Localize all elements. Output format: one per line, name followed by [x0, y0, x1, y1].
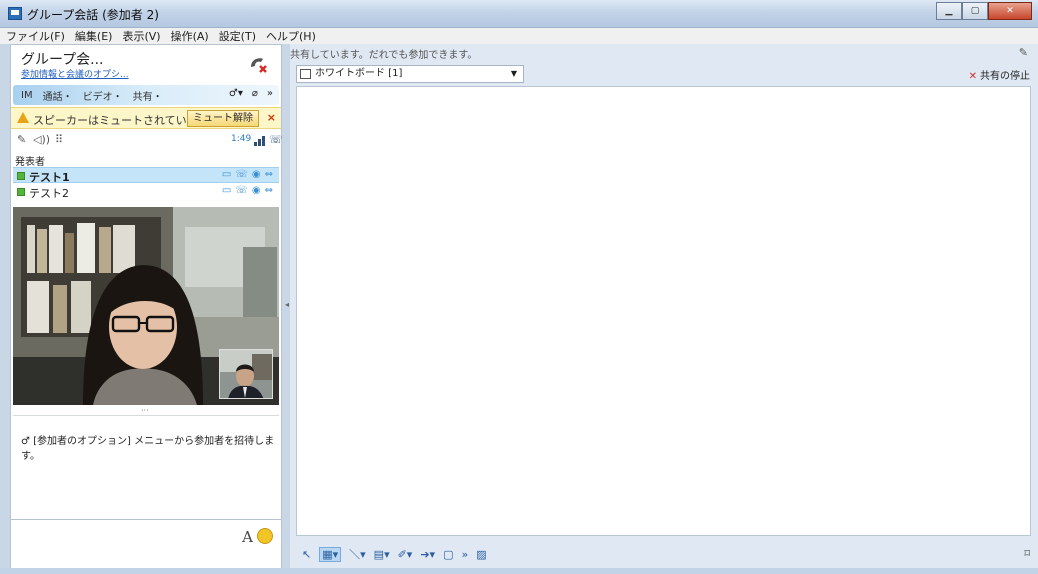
pane-collapse-handle[interactable]: ◂	[285, 300, 289, 309]
chat-icon: ▭	[221, 185, 232, 196]
menu-view[interactable]: 表示(V)	[122, 28, 160, 44]
window-title: グループ会話 (参加者 2)	[27, 8, 159, 22]
self-view-video[interactable]	[219, 349, 273, 399]
menu-edit[interactable]: 編集(E)	[75, 28, 113, 44]
sharing-pane: 共有しています。だれでも参加できます。 ✎ ホワイトボード [1] ▼ ✕ 共有の…	[290, 44, 1038, 574]
mute-banner: スピーカーはミュートされていま... ミュート解除 ×	[11, 107, 281, 129]
share-status: 共有しています。だれでも参加できます。	[290, 50, 478, 61]
invite-notice: ♂ [参加者のオプション] メニューから参加者を招待します。	[21, 436, 275, 462]
edit-tool-icon[interactable]: ▨	[476, 548, 486, 561]
mic-icon[interactable]: ✎	[17, 133, 26, 146]
call-timer: 1:49	[231, 134, 252, 144]
video-feed	[13, 207, 279, 405]
phone-icon: ☏	[235, 185, 248, 196]
video-splitter[interactable]: ···	[141, 406, 149, 415]
conversation-title: グループ会...	[21, 52, 104, 68]
stop-sharing-button[interactable]: ✕ 共有の停止	[969, 67, 1030, 82]
im-button[interactable]: IM	[21, 90, 33, 101]
participant-name: テスト2	[29, 187, 69, 200]
conversation-pane: グループ会... 参加情報と会議のオプシ... IM 通話・ ビデオ・ 共有・ …	[10, 44, 283, 574]
conversation-header: グループ会... 参加情報と会議のオプシ...	[11, 45, 281, 83]
pen-tool-icon[interactable]: ✐▾	[398, 548, 413, 561]
more-icon[interactable]: »	[267, 88, 273, 99]
whiteboard-select[interactable]: ホワイトボード [1] ▼	[296, 65, 524, 83]
video-icon: ◉	[251, 185, 261, 196]
presence-icon	[17, 172, 25, 180]
participant-row[interactable]: テスト2 ▭ ☏ ◉ ⇔	[13, 184, 279, 200]
presenters-header: 発表者	[15, 157, 45, 168]
hang-up-icon[interactable]	[247, 53, 269, 75]
menu-settings[interactable]: 設定(T)	[219, 28, 256, 44]
selection-tool-icon[interactable]: ▦▾	[319, 546, 342, 562]
window-controls: ▁ ▢ ✕	[936, 2, 1032, 20]
arrow-tool-icon[interactable]: ➔▾	[420, 548, 435, 561]
add-people-icon[interactable]: ♂▾	[229, 88, 243, 99]
fullscreen-icon[interactable]: ⌑	[1024, 547, 1030, 560]
audio-controls: ✎ ◁)) ⠿ 1:49 ☏	[11, 131, 283, 151]
video-button[interactable]: ビデオ・	[83, 88, 123, 103]
call-control-icon[interactable]: ☏	[269, 133, 283, 146]
attachment-icon[interactable]: ⌀	[252, 88, 258, 99]
whiteboard-icon	[300, 69, 311, 79]
self-view-image	[220, 350, 272, 398]
whiteboard-toolbar: ↖ ▦▾ ＼▾ ▤▾ ✐▾ ➔▾ ▢ » ▨	[296, 540, 1031, 568]
banner-close-icon[interactable]: ×	[267, 111, 276, 124]
participant-name: テスト1	[29, 171, 70, 184]
minimize-button[interactable]: ▁	[936, 2, 962, 20]
whiteboard-canvas[interactable]	[296, 86, 1031, 536]
stop-icon: ✕	[968, 71, 977, 82]
pointer-tool-icon[interactable]: ↖	[302, 548, 311, 561]
meeting-options-link[interactable]: 参加情報と会議のオプシ...	[21, 67, 129, 80]
menu-help[interactable]: ヘルプ(H)	[266, 28, 316, 44]
modality-bar: IM 通話・ ビデオ・ 共有・ ♂▾ ⌀ »	[13, 85, 279, 105]
people-icon: ♂	[21, 436, 34, 447]
share-button[interactable]: 共有・	[133, 88, 163, 103]
more-tools-icon[interactable]: »	[462, 548, 469, 561]
menu-file[interactable]: ファイル(F)	[6, 28, 65, 44]
close-button[interactable]: ✕	[988, 2, 1032, 20]
share-icon: ⇔	[264, 185, 273, 196]
window-bottom-edge	[0, 568, 1038, 574]
call-button[interactable]: 通話・	[43, 88, 73, 103]
dialpad-icon[interactable]: ⠿	[55, 133, 63, 146]
maximize-button[interactable]: ▢	[962, 2, 988, 20]
app-icon	[8, 7, 22, 20]
pen-icon[interactable]: ✎	[1019, 46, 1028, 59]
share-icon: ⇔	[264, 169, 273, 180]
dropdown-arrow-icon: ▼	[510, 69, 517, 78]
menu-actions[interactable]: 操作(A)	[171, 28, 209, 44]
message-history: ♂ [参加者のオプション] メニューから参加者を招待します。	[13, 415, 279, 519]
participant-row[interactable]: テスト1 ▭ ☏ ◉ ⇔	[13, 167, 279, 184]
emoticon-icon[interactable]	[257, 528, 273, 544]
font-button[interactable]: A	[242, 528, 253, 546]
shape-tool-icon[interactable]: ▢	[443, 548, 453, 561]
fill-tool-icon[interactable]: ▤▾	[374, 548, 390, 561]
chat-icon: ▭	[221, 169, 232, 180]
signal-icon	[254, 135, 265, 146]
phone-icon: ☏	[235, 169, 248, 180]
warning-icon	[17, 112, 29, 123]
mute-message: スピーカーはミュートされていま...	[33, 114, 209, 127]
whiteboard-label: ホワイトボード [1]	[315, 68, 403, 79]
video-icon: ◉	[251, 169, 261, 180]
unmute-button[interactable]: ミュート解除	[187, 110, 259, 127]
menu-bar: ファイル(F) 編集(E) 表示(V) 操作(A) 設定(T) ヘルプ(H)	[0, 28, 1038, 44]
message-input[interactable]: A	[11, 519, 281, 574]
speaker-icon[interactable]: ◁))	[33, 133, 50, 146]
title-bar: グループ会話 (参加者 2) ▁ ▢ ✕	[0, 0, 1038, 28]
presence-icon	[17, 188, 25, 196]
line-tool-icon[interactable]: ＼▾	[349, 546, 366, 562]
